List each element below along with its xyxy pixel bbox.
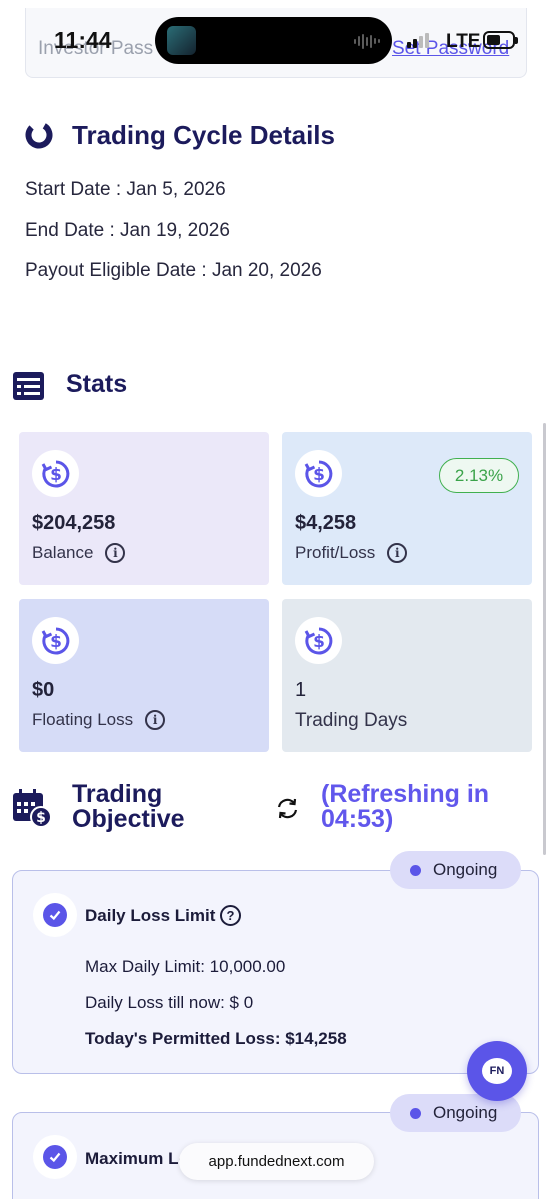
balance-card: $ $204,258 Balance i	[19, 432, 269, 585]
profit-label-row: Profit/Loss i	[295, 543, 408, 563]
now-playing-thumbnail	[167, 26, 196, 55]
status-text: Ongoing	[433, 860, 498, 879]
dollar-refresh-icon: $	[295, 617, 342, 664]
status-text: Ongoing	[433, 1103, 498, 1122]
status-time: 11:44	[54, 27, 112, 53]
max-daily-limit: Max Daily Limit: 10,000.00	[85, 957, 286, 976]
payout-eligible-date: Payout Eligible Date : Jan 20, 2026	[25, 260, 322, 281]
check-icon-wrap	[33, 893, 77, 937]
floating-loss-label-row: Floating Loss i	[32, 710, 166, 730]
refresh-countdown: (Refreshing in 04:53)	[321, 780, 490, 833]
trading-days-label: Trading Days	[295, 710, 408, 731]
status-badge: Ongoing	[390, 851, 521, 889]
dynamic-island	[155, 17, 392, 64]
daily-loss-till-now: Daily Loss till now: $ 0	[85, 993, 254, 1012]
floating-loss-value: $0	[32, 679, 55, 701]
info-icon[interactable]: i	[387, 543, 408, 563]
browser-url-bar[interactable]: app.fundednext.com	[179, 1143, 374, 1180]
balance-label-row: Balance i	[32, 543, 126, 563]
svg-text:$: $	[313, 465, 325, 485]
start-date: Start Date : Jan 5, 2026	[25, 179, 226, 200]
refresh-icon[interactable]	[275, 796, 300, 821]
daily-loss-limit-title: Daily Loss Limit	[85, 906, 216, 925]
svg-text:$: $	[50, 465, 62, 485]
trading-days-value: 1	[295, 679, 307, 701]
network-label: LTE	[446, 31, 481, 52]
info-icon[interactable]: i	[145, 710, 166, 730]
stats-title: Stats	[66, 370, 128, 398]
dollar-refresh-icon: $	[295, 450, 342, 497]
check-icon	[43, 903, 67, 927]
balance-value: $204,258	[32, 512, 116, 534]
balance-label: Balance	[32, 543, 94, 562]
floating-loss-label: Floating Loss	[32, 710, 134, 729]
cycle-icon	[25, 121, 53, 149]
signal-icon	[407, 33, 429, 48]
daily-loss-card: Daily Loss Limit ? Max Daily Limit: 10,0…	[12, 870, 539, 1074]
info-icon[interactable]: i	[105, 543, 126, 563]
todays-permitted-loss: Today's Permitted Loss: $14,258	[85, 1029, 347, 1048]
audio-wave-icon	[354, 33, 380, 49]
end-date: End Date : Jan 19, 2026	[25, 220, 230, 241]
trading-objective-title: Trading Objective	[72, 780, 185, 833]
floating-loss-card: $ $0 Floating Loss i	[19, 599, 269, 752]
stats-icon	[13, 372, 44, 400]
check-icon	[43, 1145, 67, 1169]
battery-icon	[483, 31, 518, 49]
status-dot	[410, 864, 421, 876]
svg-text:$: $	[50, 632, 62, 652]
profit-percent-badge: 2.13%	[439, 458, 519, 493]
scrollbar[interactable]	[543, 423, 546, 855]
trading-cycle-title: Trading Cycle Details	[72, 120, 335, 150]
profit-label: Profit/Loss	[295, 543, 376, 562]
trading-days-card: $ 1 Trading Days	[282, 599, 532, 752]
chat-icon: FN	[482, 1058, 512, 1084]
profit-value: $4,258	[295, 512, 357, 534]
dollar-refresh-icon: $	[32, 617, 79, 664]
help-icon[interactable]: ?	[220, 905, 241, 926]
svg-text:$: $	[36, 810, 46, 826]
status-dot	[410, 1107, 421, 1119]
check-icon-wrap	[33, 1135, 77, 1179]
chat-button[interactable]: FN	[467, 1041, 527, 1101]
calendar-dollar-icon: $	[13, 789, 52, 828]
svg-text:$: $	[313, 632, 325, 652]
dollar-refresh-icon: $	[32, 450, 79, 497]
profit-loss-card: $ 2.13% $4,258 Profit/Loss i	[282, 432, 532, 585]
